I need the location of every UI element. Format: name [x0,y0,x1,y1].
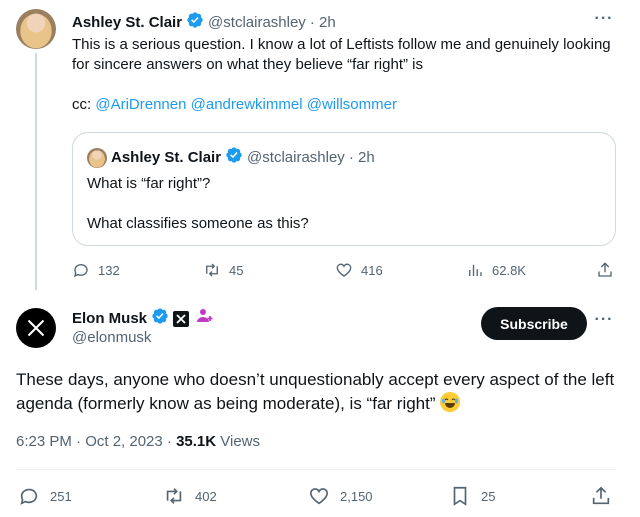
tweet2-meta: 6:23 PM · Oct 2, 2023 · 35.1K Views [16,433,260,450]
bookmark-button[interactable]: 25 [449,485,495,507]
like-icon [309,488,329,505]
quoted-tweet-header: Ashley St. Clair @stclairashley · 2h [87,146,375,169]
more-icon[interactable]: ··· [594,11,614,32]
reply-icon [73,264,88,278]
repost-count: 45 [229,262,244,278]
tweet2-author-name[interactable]: Elon Musk [72,310,147,327]
quoted-avatar [87,147,107,168]
tweet2-actions: 251 402 2,150 25 [16,485,616,509]
quoted-text-line2: What classifies someone as this? [87,215,309,232]
affiliate-badge-icon [196,307,214,330]
quoted-time: · 2h [348,149,375,166]
elon-avatar[interactable] [16,308,56,348]
like-icon [336,263,352,277]
x-affiliation-badge[interactable] [173,310,190,327]
quoted-text-line1: What is “far right”? [87,175,211,192]
reply-button[interactable]: 132 [72,261,120,279]
views-count: 62.8K [492,262,526,278]
views-icon [469,264,482,276]
tweet1-header: Ashley St. Clair @stclairashley · 2h [72,11,336,34]
reply-count: 251 [50,488,72,504]
verified-badge-icon [186,11,204,34]
views-button[interactable]: 62.8K [466,261,526,279]
tweet1-body: This is a serious question. I know a lot… [72,35,612,115]
repost-button[interactable]: 402 [163,485,217,507]
share-icon [592,486,610,505]
like-button[interactable]: 2,150 [308,485,373,507]
quoted-author-handle: @stclairashley [247,149,345,166]
tweet1-time[interactable]: · 2h [310,14,336,31]
share-button[interactable] [596,261,614,279]
repost-icon [166,488,182,504]
tweet2-body: These days, anyone who doesn’t unquestio… [16,368,616,416]
mention-link[interactable]: @AriDrennen [95,96,186,113]
tweet2-header: Elon Musk [72,307,214,330]
x-logo-icon [27,319,45,337]
laughing-emoji-icon [440,392,461,412]
x-logo-icon [176,313,186,324]
share-icon [598,262,612,277]
tweet1-author-name[interactable]: Ashley St. Clair [72,14,182,31]
like-count: 416 [361,262,383,278]
repost-button[interactable]: 45 [203,261,243,279]
cc-label: cc: [72,96,92,113]
verified-badge-icon [225,146,243,169]
tweet1-author-handle[interactable]: @stclairashley [208,14,306,31]
repost-count: 402 [195,488,217,504]
quoted-author-name: Ashley St. Clair [111,149,222,166]
tweet1-text: This is a serious question. I know a lot… [72,36,611,73]
thread-connector-line [35,53,37,290]
tweet1-cc-line: cc: @AriDrennen @andrewkimmel @willsomme… [72,95,612,115]
more-icon[interactable]: ··· [594,312,614,333]
bookmark-icon [453,486,467,506]
tweet2-timestamp[interactable]: 6:23 PM · Oct 2, 2023 · [16,433,176,450]
tweet2-author-handle[interactable]: @elonmusk [72,329,151,346]
reply-count: 132 [98,262,120,278]
reply-button[interactable]: 251 [18,485,72,507]
verified-badge-icon [151,307,169,330]
share-button[interactable] [590,485,612,507]
divider [16,469,616,470]
reply-icon [20,488,38,505]
subscribe-button[interactable]: Subscribe [481,307,587,340]
views-label: Views [216,433,261,450]
like-count: 2,150 [340,488,373,504]
repost-icon [206,263,218,277]
tweet1-actions: 132 45 416 62.8K [72,261,616,281]
tweet2-text: These days, anyone who doesn’t unquestio… [16,370,615,413]
mention-link[interactable]: @andrewkimmel [191,96,303,113]
quoted-tweet-card[interactable]: Ashley St. Clair @stclairashley · 2h Wha… [72,132,616,246]
tweet2-views-count: 35.1K [176,433,217,450]
bookmark-count: 25 [481,488,496,504]
ashley-avatar[interactable] [16,9,56,49]
mention-link[interactable]: @willsommer [307,96,397,113]
like-button[interactable]: 416 [335,261,383,279]
